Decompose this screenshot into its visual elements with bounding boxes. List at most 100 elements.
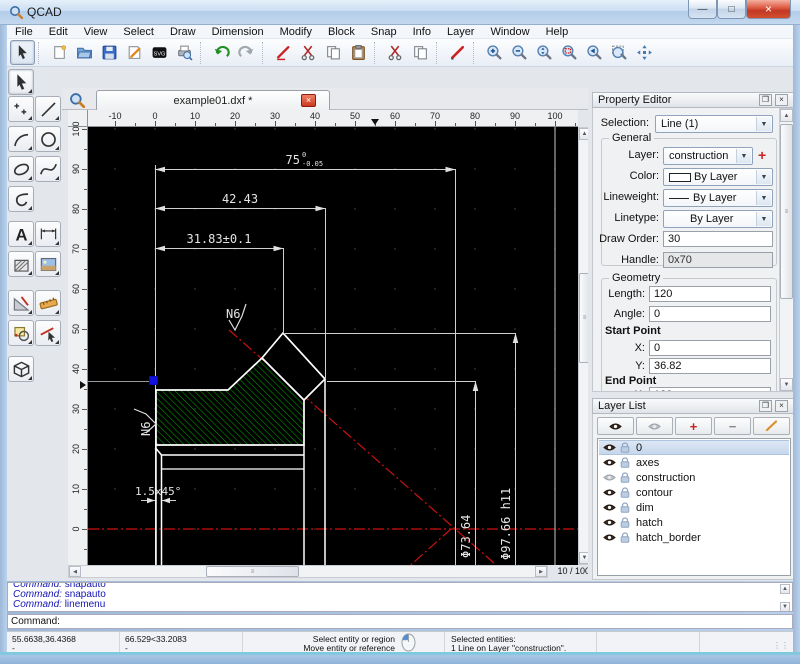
add-layer-button[interactable]: + (675, 417, 712, 435)
horizontal-scrollbar[interactable]: ◀ ≡ ▶ (68, 565, 548, 578)
menu-item-window[interactable]: Window (482, 25, 537, 39)
lock-icon[interactable] (620, 517, 630, 528)
zoom-out-button[interactable] (507, 40, 532, 65)
menu-item-select[interactable]: Select (115, 25, 162, 39)
layer-row-construction[interactable]: construction (599, 470, 789, 485)
visibility-eye-icon[interactable] (648, 421, 661, 432)
start-x-field[interactable]: 0 (649, 340, 771, 356)
print-preview-button[interactable] (172, 40, 197, 65)
command-input-row[interactable]: Command: (7, 614, 793, 629)
visibility-eye-icon[interactable] (603, 517, 616, 528)
layer-listbox[interactable]: 0 axes construction contour dim hatch hatch_bo… (597, 438, 791, 576)
menu-item-dimension[interactable]: Dimension (204, 25, 272, 39)
paste-button[interactable] (346, 40, 371, 65)
property-editor-scrollbar[interactable]: ▲ ≡ ▼ (779, 108, 793, 391)
tool-select-pointer-button[interactable] (35, 320, 61, 346)
layer-row-dim[interactable]: dim (599, 500, 789, 515)
svg-export-button[interactable]: SVG (147, 40, 172, 65)
layer-row-hatch_border[interactable]: hatch_border (599, 530, 789, 545)
redo-button[interactable] (234, 40, 259, 65)
zoom-window-button[interactable] (607, 40, 632, 65)
tool-modify-button[interactable] (8, 290, 34, 316)
pan-button[interactable] (632, 40, 657, 65)
menu-item-draw[interactable]: Draw (162, 25, 204, 39)
tool-solid-button[interactable] (8, 356, 34, 382)
lineweight-combo[interactable]: By Layer ▼ (663, 189, 773, 207)
tool-hatch-button[interactable] (8, 251, 34, 277)
float-panel-icon[interactable]: ❐ (759, 94, 772, 106)
menu-item-file[interactable]: File (7, 25, 41, 39)
history-scrollbar[interactable]: ▲ ▼ (780, 584, 791, 611)
tool-image-button[interactable] (35, 251, 61, 277)
menu-item-help[interactable]: Help (538, 25, 577, 39)
zoom-previous-button[interactable] (582, 40, 607, 65)
selection-handle[interactable] (149, 376, 158, 385)
menu-item-layer[interactable]: Layer (439, 25, 483, 39)
visibility-eye-icon[interactable] (603, 442, 616, 453)
add-layer-button[interactable]: + (758, 147, 766, 163)
tool-text-button[interactable]: A (8, 221, 34, 247)
lock-icon[interactable] (620, 487, 630, 498)
show-all-layers-button[interactable] (597, 417, 634, 435)
hide-all-layers-button[interactable] (636, 417, 673, 435)
property-editor-titlebar[interactable]: Property Editor ❐ × (592, 92, 794, 108)
menu-item-view[interactable]: View (76, 25, 116, 39)
linetype-combo[interactable]: By Layer ▼ (663, 210, 773, 228)
menu-item-snap[interactable]: Snap (363, 25, 405, 39)
close-panel-icon[interactable]: × (775, 94, 788, 106)
selection-combo[interactable]: Line (1) ▼ (655, 115, 773, 133)
undo-button[interactable] (209, 40, 234, 65)
angle-field[interactable]: 0 (649, 306, 771, 322)
tool-ellipse-button[interactable] (8, 156, 34, 182)
tool-polyline-button[interactable] (8, 186, 34, 212)
titlebar[interactable]: QCAD — □ × (0, 0, 800, 25)
tool-measure-button[interactable] (35, 290, 61, 316)
lock-icon[interactable] (620, 442, 630, 453)
close-button[interactable]: × (746, 0, 791, 19)
copy-reference-button[interactable] (408, 40, 433, 65)
new-file-button[interactable] (47, 40, 72, 65)
tool-block-button[interactable] (8, 320, 34, 346)
maximize-button[interactable]: □ (717, 0, 746, 19)
visibility-eye-icon[interactable] (609, 421, 622, 432)
visibility-eye-icon[interactable] (603, 532, 616, 543)
lock-icon[interactable] (620, 502, 630, 513)
tool-dimension-button[interactable] (35, 221, 61, 247)
visibility-eye-icon[interactable] (603, 457, 616, 468)
tool-spline-button[interactable] (35, 156, 61, 182)
visibility-eye-icon[interactable] (603, 502, 616, 513)
tool-circle-button[interactable] (35, 126, 61, 152)
edit-drawing-button[interactable] (122, 40, 147, 65)
tab-close-icon[interactable]: × (301, 94, 316, 107)
lock-icon[interactable] (620, 472, 630, 483)
open-file-button[interactable] (72, 40, 97, 65)
command-history[interactable]: ▲ ▼ Command: snapauto Command: snapauto Co… (7, 582, 793, 612)
visibility-eye-icon[interactable] (603, 472, 616, 483)
tool-line-button[interactable] (35, 96, 61, 122)
menu-item-block[interactable]: Block (320, 25, 363, 39)
resize-grip[interactable]: ⋮⋮ (773, 641, 789, 650)
draw-order-field[interactable]: 30 (663, 231, 773, 247)
minimize-button[interactable]: — (688, 0, 717, 19)
edit-layer-button[interactable] (753, 417, 790, 435)
float-panel-icon[interactable]: ❐ (759, 400, 772, 412)
copy-button[interactable] (321, 40, 346, 65)
cut-reference-button[interactable] (383, 40, 408, 65)
end-x-field[interactable]: 120 (649, 387, 771, 391)
cut-button[interactable] (296, 40, 321, 65)
lock-icon[interactable] (620, 532, 630, 543)
layer-row-hatch[interactable]: hatch (599, 515, 789, 530)
zoom-in-button[interactable] (482, 40, 507, 65)
layer-row-0[interactable]: 0 (599, 440, 789, 455)
tab-example01[interactable]: example01.dxf * (96, 90, 330, 110)
zoom-auto-button[interactable] (532, 40, 557, 65)
menu-item-info[interactable]: Info (405, 25, 439, 39)
layer-row-contour[interactable]: contour (599, 485, 789, 500)
select-arrow-button[interactable] (10, 40, 35, 65)
layer-row-axes[interactable]: axes (599, 455, 789, 470)
color-combo[interactable]: By Layer ▼ (663, 168, 773, 186)
length-field[interactable]: 120 (649, 286, 771, 302)
eraser-pencil-button[interactable] (271, 40, 296, 65)
drawing-canvas[interactable]: 75 0 -0.05 42.43 31.83±0.1 1.5x45° Φ73.6… (88, 127, 578, 565)
start-y-field[interactable]: 36.82 (649, 358, 771, 374)
